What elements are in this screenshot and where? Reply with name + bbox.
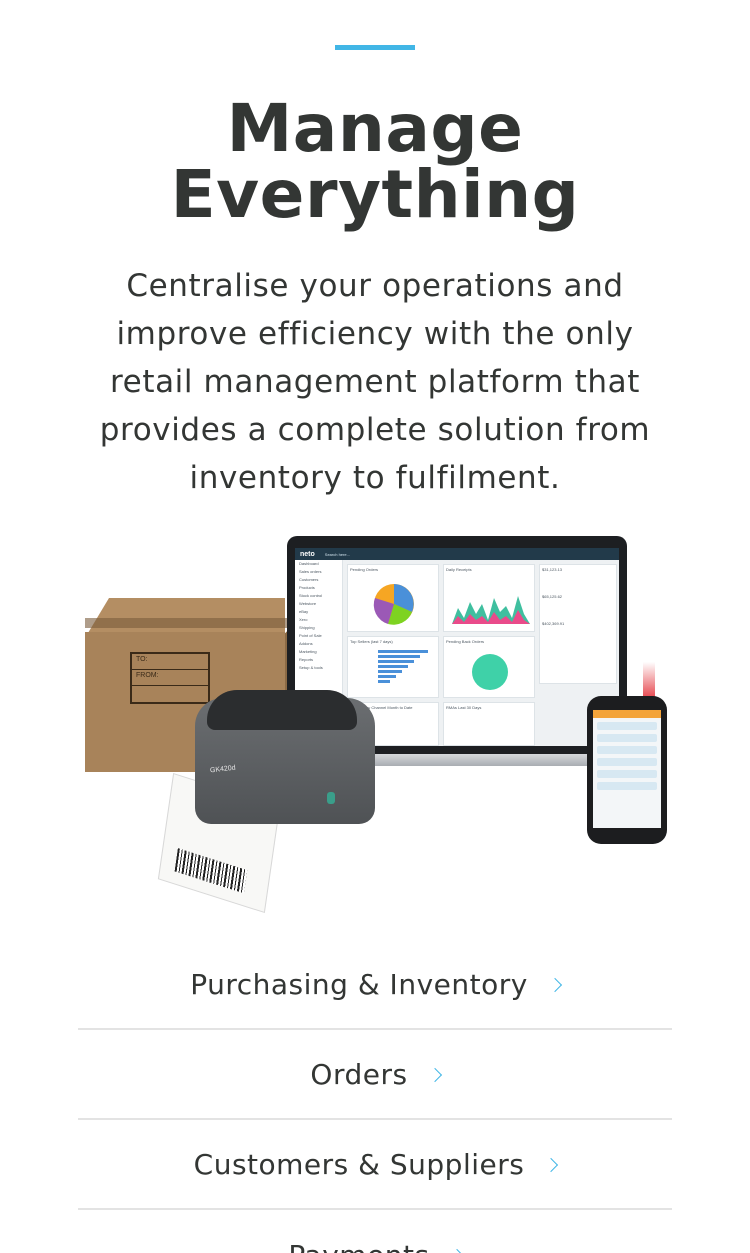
app-nav-item: Marketing bbox=[299, 649, 317, 654]
bar-chart-icon bbox=[378, 650, 428, 683]
app-nav-item: Reports bbox=[299, 657, 314, 662]
box-address-label: TO: FROM: bbox=[130, 652, 210, 704]
feature-label: Purchasing & Inventory bbox=[190, 967, 528, 1001]
feature-label: Payments bbox=[288, 1239, 429, 1253]
accent-bar bbox=[335, 45, 415, 50]
page-title-line-1: Manage bbox=[226, 90, 524, 167]
panel-pending-orders: Pending Orders bbox=[347, 564, 439, 632]
box-tape bbox=[85, 618, 321, 628]
panel-title: Pending Back Orders bbox=[446, 639, 485, 644]
handheld-row bbox=[597, 782, 657, 790]
feature-link-orders[interactable]: Orders bbox=[78, 1030, 672, 1120]
panel-title: Daily Receipts bbox=[446, 567, 472, 572]
printer-lid bbox=[207, 690, 357, 730]
app-nav-item: Point of Sale bbox=[299, 633, 322, 638]
app-nav-item: Dashboard bbox=[299, 561, 319, 566]
stat-value: $402,369.91 bbox=[542, 621, 565, 626]
feature-list: Purchasing & Inventory Orders Customers … bbox=[78, 940, 672, 1253]
area-chart-icon bbox=[452, 596, 530, 624]
feature-label: Customers & Suppliers bbox=[193, 1147, 525, 1181]
feature-link-customers-suppliers[interactable]: Customers & Suppliers bbox=[78, 1120, 672, 1210]
handheld-row bbox=[597, 746, 657, 754]
app-nav-item: Addons bbox=[299, 641, 313, 646]
handheld-screen bbox=[593, 710, 661, 828]
hero-illustration: TO: FROM: neto Search here... Dashboard … bbox=[75, 530, 675, 914]
app-nav-item: Xero bbox=[299, 617, 308, 622]
chevron-right-icon bbox=[449, 1248, 464, 1253]
pie-chart-icon bbox=[373, 584, 414, 625]
app-nav-item: Customers bbox=[299, 577, 319, 582]
handheld-row bbox=[597, 722, 657, 730]
app-nav-item: Sales orders bbox=[299, 569, 322, 574]
page-title: Manage Everything bbox=[0, 96, 750, 228]
chevron-right-icon bbox=[427, 1067, 442, 1083]
app-logo: neto bbox=[300, 550, 315, 558]
panel-stats: $31,123.13 $65,125.62 $402,369.91 bbox=[539, 564, 617, 684]
handheld-header-bar bbox=[593, 710, 661, 718]
feature-link-payments[interactable]: Payments bbox=[78, 1210, 672, 1253]
handheld-row bbox=[597, 758, 657, 766]
box-label-from: FROM: bbox=[132, 670, 208, 686]
feature-label: Orders bbox=[310, 1057, 408, 1091]
app-top-bar: neto Search here... bbox=[295, 548, 619, 560]
feature-link-purchasing-inventory[interactable]: Purchasing & Inventory bbox=[78, 940, 672, 1030]
app-nav-item: Setup & tools bbox=[299, 665, 323, 670]
panel-rmas: RMAs Last 30 Days bbox=[443, 702, 535, 746]
app-nav-item: Stock control bbox=[299, 593, 323, 598]
stat-value: $65,125.62 bbox=[542, 594, 563, 599]
app-nav-item: eBay bbox=[299, 609, 309, 614]
handheld-row bbox=[597, 770, 657, 778]
chevron-right-icon bbox=[547, 977, 562, 993]
chevron-right-icon bbox=[544, 1157, 559, 1173]
app-search: Search here... bbox=[324, 551, 350, 557]
panel-title: Pending Orders bbox=[350, 567, 379, 572]
barcode-icon bbox=[174, 848, 248, 894]
app-nav-item: Webstore bbox=[299, 601, 317, 606]
donut-chart-icon bbox=[472, 654, 508, 690]
panel-title: Top Sellers (last 7 days) bbox=[350, 639, 393, 644]
app-nav-item: Products bbox=[299, 585, 315, 590]
box-label-to: TO: bbox=[132, 654, 208, 670]
intro-paragraph: Centralise your operations and improve e… bbox=[99, 268, 651, 496]
handheld-scanner bbox=[587, 696, 667, 844]
stat-value: $31,123.13 bbox=[542, 567, 563, 572]
panel-daily-receipts: Daily Receipts bbox=[443, 564, 535, 632]
printer-button bbox=[327, 792, 335, 804]
page-title-line-2: Everything bbox=[170, 156, 580, 233]
panel-top-sellers: Top Sellers (last 7 days) bbox=[347, 636, 439, 698]
panel-back-orders: Pending Back Orders bbox=[443, 636, 535, 698]
handheld-row bbox=[597, 734, 657, 742]
app-nav-item: Shipping bbox=[299, 625, 315, 630]
panel-title: RMAs Last 30 Days bbox=[446, 705, 482, 710]
